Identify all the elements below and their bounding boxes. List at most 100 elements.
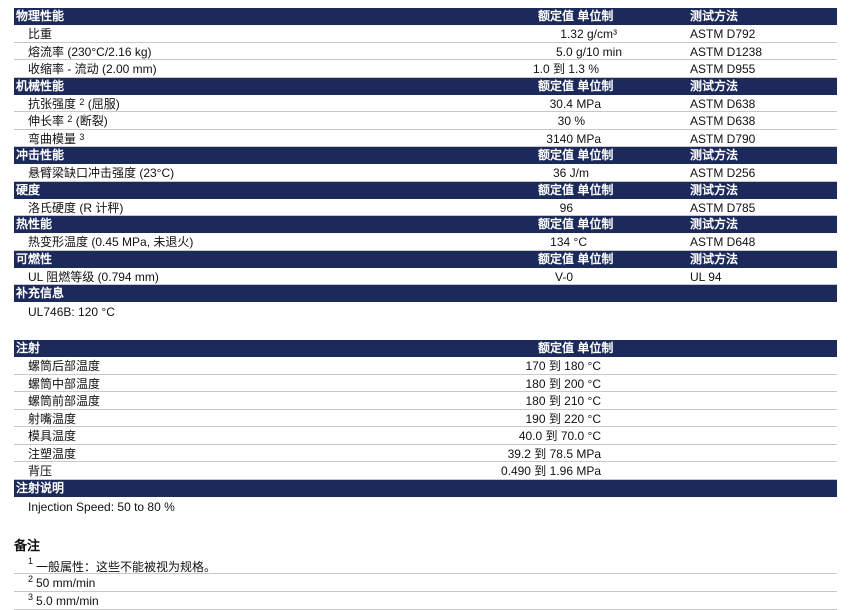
table-row: 螺筒后部温度 170 到 180 °C bbox=[14, 357, 837, 375]
datasheet: 物理性能 额定值 单位制 测试方法 比重 1.32 g/cm³ ASTM D79… bbox=[14, 8, 837, 610]
col-value-header: 额定值 单位制 bbox=[538, 78, 614, 93]
property-name: 模具温度 bbox=[28, 429, 77, 443]
table-row: 悬臂梁缺口冲击强度 (23°C) 36 J/m ASTM D256 bbox=[14, 164, 837, 182]
property-value: 40.0 到 70.0 °C bbox=[518, 429, 601, 443]
table-row: 收缩率 - 流动 (2.00 mm) 1.0 到 1.3 % ASTM D955 bbox=[14, 60, 837, 78]
property-name: 伸长率 2 (断裂) bbox=[28, 113, 108, 129]
property-value: 96 bbox=[559, 200, 573, 215]
property-name: 弯曲模量 3 bbox=[28, 131, 84, 147]
col-value-header: 额定值 单位制 bbox=[538, 182, 614, 197]
property-value: 30.4 MPa bbox=[549, 96, 601, 111]
property-value: 180 到 200 °C bbox=[525, 376, 601, 391]
property-value: 1.32 g/cm³ bbox=[560, 27, 617, 41]
footnote-text: 50 mm/min bbox=[36, 575, 96, 590]
section-header-thermal: 热性能 额定值 单位制 测试方法 bbox=[14, 216, 837, 233]
col-test-header: 测试方法 bbox=[690, 251, 739, 266]
footnote-number: 2 bbox=[28, 573, 34, 584]
property-name: 背压 bbox=[28, 464, 53, 478]
section-header-mechanical: 机械性能 额定值 单位制 测试方法 bbox=[14, 77, 837, 95]
test-method: ASTM D638 bbox=[690, 114, 756, 128]
footnote-ref: 2 bbox=[67, 114, 73, 124]
test-method: ASTM D256 bbox=[690, 166, 756, 180]
section-header-flammability: 可燃性 额定值 单位制 测试方法 bbox=[14, 250, 837, 268]
test-method: ASTM D955 bbox=[690, 62, 756, 76]
section-title: 冲击性能 bbox=[16, 148, 65, 162]
section-title: 硬度 bbox=[16, 182, 41, 197]
section-title: 物理性能 bbox=[16, 9, 65, 23]
section-header-impact: 冲击性能 额定值 单位制 测试方法 bbox=[14, 147, 837, 164]
test-method: ASTM D785 bbox=[690, 200, 756, 215]
property-name: 螺筒前部温度 bbox=[28, 394, 101, 408]
table-row: UL 阻燃等级 (0.794 mm) V-0 UL 94 bbox=[14, 268, 837, 285]
property-value: V-0 bbox=[554, 269, 573, 284]
property-name: 比重 bbox=[28, 27, 53, 41]
property-value: 5.0 g/10 min bbox=[555, 44, 622, 59]
property-value: 3140 MPa bbox=[546, 131, 601, 146]
property-name: 螺筒中部温度 bbox=[28, 376, 101, 391]
test-method: ASTM D790 bbox=[690, 131, 756, 146]
col-value-header: 额定值 单位制 bbox=[538, 251, 614, 266]
property-name-suffix: (屈服) bbox=[84, 96, 120, 111]
col-value-header: 额定值 单位制 bbox=[538, 9, 614, 23]
test-method: ASTM D792 bbox=[690, 27, 756, 41]
col-test-header: 测试方法 bbox=[690, 217, 739, 231]
section-title: 补充信息 bbox=[16, 286, 65, 300]
injection-note-text: Injection Speed: 50 to 80 % bbox=[28, 499, 175, 514]
property-name: 收缩率 - 流动 (2.00 mm) bbox=[28, 62, 157, 76]
table-row: 弯曲模量 3 3140 MPa ASTM D790 bbox=[14, 130, 837, 147]
table-row: 洛氏硬度 (R 计秤) 96 ASTM D785 bbox=[14, 199, 837, 216]
table-row: 射嘴温度 190 到 220 °C bbox=[14, 410, 837, 427]
property-value: 190 到 220 °C bbox=[525, 411, 601, 426]
col-value-header: 额定值 单位制 bbox=[538, 341, 614, 355]
col-test-header: 测试方法 bbox=[690, 148, 739, 162]
col-test-header: 测试方法 bbox=[690, 182, 739, 197]
section-header-injection-note: 注射说明 bbox=[14, 479, 837, 497]
table-row: 热变形温度 (0.45 MPa, 未退火) 134 °C ASTM D648 bbox=[14, 233, 837, 251]
table-row: 伸长率 2 (断裂) 30 % ASTM D638 bbox=[14, 112, 837, 130]
property-value: 36 J/m bbox=[552, 166, 589, 180]
property-name-suffix: (断裂) bbox=[72, 114, 108, 128]
property-name: UL 阻燃等级 (0.794 mm) bbox=[28, 269, 159, 284]
col-test-header: 测试方法 bbox=[690, 9, 739, 23]
property-value: 0.490 到 1.96 MPa bbox=[500, 464, 601, 478]
table-row: 熔流率 (230°C/2.16 kg) 5.0 g/10 min ASTM D1… bbox=[14, 43, 837, 60]
footnote-number: 3 bbox=[28, 591, 34, 602]
col-value-header: 额定值 单位制 bbox=[538, 148, 614, 162]
property-value: 170 到 180 °C bbox=[525, 359, 601, 373]
property-name: 注塑温度 bbox=[28, 446, 77, 461]
table-row: 背压 0.490 到 1.96 MPa bbox=[14, 462, 837, 480]
section-title: 机械性能 bbox=[16, 78, 65, 93]
supplement-text: UL746B: 120 °C bbox=[28, 305, 115, 319]
injection-note-row: Injection Speed: 50 to 80 % bbox=[14, 497, 837, 517]
table-row: 比重 1.32 g/cm³ ASTM D792 bbox=[14, 25, 837, 43]
section-title: 可燃性 bbox=[16, 251, 53, 266]
property-name: 螺筒后部温度 bbox=[28, 359, 101, 373]
table-row: 抗张强度 2 (屈服) 30.4 MPa ASTM D638 bbox=[14, 95, 837, 112]
supplement-text-row: UL746B: 120 °C bbox=[14, 302, 837, 322]
col-test-header: 测试方法 bbox=[690, 78, 739, 93]
footnote: 3 5.0 mm/min bbox=[14, 592, 837, 610]
footnote-ref: 2 bbox=[79, 96, 85, 107]
property-name: 抗张强度 2 (屈服) bbox=[28, 96, 120, 112]
footnote: 2 50 mm/min bbox=[14, 574, 837, 592]
property-value: 30 % bbox=[557, 114, 585, 128]
property-value: 134 °C bbox=[550, 235, 587, 249]
footnote-number: 1 bbox=[28, 555, 34, 566]
col-value-header: 额定值 单位制 bbox=[538, 217, 614, 231]
test-method: ASTM D1238 bbox=[690, 44, 763, 59]
table-row: 螺筒中部温度 180 到 200 °C bbox=[14, 375, 837, 392]
section-title: 注射 bbox=[16, 341, 41, 355]
property-name-text: 伸长率 bbox=[28, 114, 65, 128]
section-header-physical: 物理性能 额定值 单位制 测试方法 bbox=[14, 8, 837, 25]
property-value: 39.2 到 78.5 MPa bbox=[507, 446, 601, 461]
table-row: 注塑温度 39.2 到 78.5 MPa bbox=[14, 445, 837, 462]
property-value: 1.0 到 1.3 % bbox=[532, 62, 599, 76]
test-method: ASTM D648 bbox=[690, 235, 756, 249]
footnote-ref: 3 bbox=[79, 131, 85, 142]
section-title: 注射说明 bbox=[16, 480, 65, 495]
test-method: UL 94 bbox=[690, 269, 722, 284]
property-name-text: 弯曲模量 bbox=[28, 131, 77, 146]
section-header-injection: 注射 额定值 单位制 bbox=[14, 340, 837, 357]
table-row: 模具温度 40.0 到 70.0 °C bbox=[14, 427, 837, 445]
